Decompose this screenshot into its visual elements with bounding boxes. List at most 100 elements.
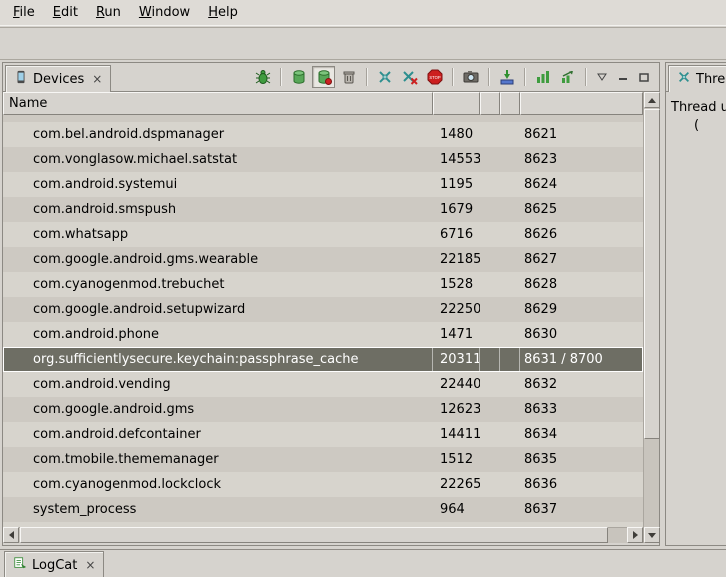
table-row[interactable]: com.android.defcontainer 14411 8634 (3, 422, 643, 447)
empty-cell (480, 322, 500, 347)
menu-run[interactable]: Run (87, 2, 130, 23)
start-method-profiling-button[interactable] (531, 66, 554, 88)
empty-cell (480, 172, 500, 197)
table-row[interactable]: com.android.smspush 1679 8625 (3, 197, 643, 222)
threads-tab-row: Threads × (666, 63, 726, 92)
table-row[interactable]: com.android.phone 1471 8630 (3, 322, 643, 347)
column-header-name[interactable]: Name (3, 92, 433, 115)
empty-cell (480, 372, 500, 397)
toolbar-separator (585, 68, 586, 86)
process-port: 8637 (520, 497, 643, 522)
column-header-empty[interactable] (480, 92, 500, 115)
tab-devices-close-icon[interactable]: × (92, 72, 102, 86)
scroll-down-button[interactable] (644, 527, 660, 543)
vertical-scrollbar[interactable] (643, 92, 659, 543)
process-name: com.android.systemui (3, 172, 433, 197)
minimize-button[interactable] (613, 68, 632, 86)
ddms-window: FileEditRunWindowHelp Devices × (0, 0, 726, 577)
threads-message-line1: Thread up (671, 100, 726, 115)
update-heap-button[interactable] (287, 66, 310, 88)
dump-hprof-button[interactable] (495, 66, 518, 88)
process-name: com.cyanogenmod.lockclock (3, 472, 433, 497)
table-row[interactable]: system_process 964 8637 (3, 497, 643, 522)
maximize-button[interactable] (634, 68, 653, 86)
empty-cell (500, 272, 520, 297)
process-pid: 12623 (433, 397, 480, 422)
tab-threads[interactable]: Threads × (668, 65, 726, 92)
empty-cell (480, 197, 500, 222)
process-name: com.cyanogenmod.trebuchet (3, 272, 433, 297)
table-row[interactable]: com.google.android.gms 12623 8633 (3, 397, 643, 422)
screen-capture-button[interactable] (459, 66, 482, 88)
table-row[interactable]: com.cyanogenmod.trebuchet 1528 8628 (3, 272, 643, 297)
table-row[interactable]: com.google.android.setupwizard 22250 862… (3, 297, 643, 322)
view-menu-button[interactable] (592, 68, 611, 86)
table-row[interactable]: com.bel.android.dspmanager 1480 8621 (3, 122, 643, 147)
threads-icon (677, 70, 691, 88)
empty-cell (500, 422, 520, 447)
table-row[interactable]: org.sufficientlysecure.keychain:passphra… (3, 347, 643, 372)
table-row[interactable]: com.android.vending 22440 8632 (3, 372, 643, 397)
empty-cell (500, 172, 520, 197)
process-pid: 6716 (433, 222, 480, 247)
menu-edit[interactable]: Edit (44, 2, 87, 23)
column-header-pid[interactable] (433, 92, 480, 115)
empty-cell (480, 247, 500, 272)
process-name: com.android.smspush (3, 197, 433, 222)
process-port: 8633 (520, 397, 643, 422)
process-pid: 1195 (433, 172, 480, 197)
tab-logcat-close-icon[interactable]: × (85, 558, 95, 572)
process-port: 8634 (520, 422, 643, 447)
menu-file[interactable]: File (4, 2, 44, 23)
process-name: com.google.android.setupwizard (3, 297, 433, 322)
stop-thread-updates-button[interactable] (398, 66, 421, 88)
process-name: com.android.defcontainer (3, 422, 433, 447)
table-row[interactable]: com.google.android.gms.wearable 22185 86… (3, 247, 643, 272)
table-row[interactable]: com.whatsapp 6716 8626 (3, 222, 643, 247)
debug-process-button[interactable] (251, 66, 274, 88)
tab-devices[interactable]: Devices × (5, 65, 111, 92)
column-header-empty[interactable] (500, 92, 520, 115)
cause-gc-button[interactable] (337, 66, 360, 88)
empty-cell (500, 497, 520, 522)
toolbar-separator (280, 68, 281, 86)
scroll-right-button[interactable] (627, 527, 643, 543)
process-pid: 20311 (433, 347, 480, 372)
menubar: FileEditRunWindowHelp (0, 0, 726, 26)
scroll-left-button[interactable] (3, 527, 19, 543)
scroll-up-button[interactable] (644, 92, 660, 108)
table-row[interactable]: com.cyanogenmod.lockclock 22265 8636 (3, 472, 643, 497)
devices-panel: Devices × (2, 62, 660, 546)
table-row[interactable]: com.tmobile.thememanager 1512 8635 (3, 447, 643, 472)
empty-cell (480, 122, 500, 147)
tab-logcat[interactable]: LogCat × (4, 551, 104, 577)
process-name: com.android.phone (3, 322, 433, 347)
empty-cell (500, 447, 520, 472)
table-row[interactable]: com.vonglasow.michael.satstat 14553 8623 (3, 147, 643, 172)
process-name: system_process (3, 497, 433, 522)
process-name: com.google.android.gms (3, 397, 433, 422)
process-port: 8623 (520, 147, 643, 172)
logcat-bar: LogCat × (0, 549, 726, 577)
empty-cell (480, 397, 500, 422)
update-heap-enabled-button[interactable] (312, 66, 335, 88)
update-threads-button[interactable] (373, 66, 396, 88)
empty-cell (480, 497, 500, 522)
up-arrow-icon (648, 98, 656, 103)
capture-system-trace-button[interactable] (556, 66, 579, 88)
devices-tab-row: Devices × (3, 63, 659, 92)
toolbar-separator (488, 68, 489, 86)
table-row[interactable]: com.android.systemui 1195 8624 (3, 172, 643, 197)
stop-process-button[interactable]: STOP (423, 66, 446, 88)
horizontal-scroll-thumb[interactable] (20, 527, 608, 543)
process-name: com.tmobile.thememanager (3, 447, 433, 472)
vertical-scroll-thumb[interactable] (644, 109, 660, 439)
device-icon (14, 70, 28, 88)
horizontal-scrollbar[interactable] (3, 527, 643, 543)
empty-cell (480, 422, 500, 447)
column-header-port[interactable] (520, 92, 643, 115)
menu-window[interactable]: Window (130, 2, 199, 23)
menu-help[interactable]: Help (199, 2, 247, 23)
process-pid: 22250 (433, 297, 480, 322)
toolbar-separator (452, 68, 453, 86)
